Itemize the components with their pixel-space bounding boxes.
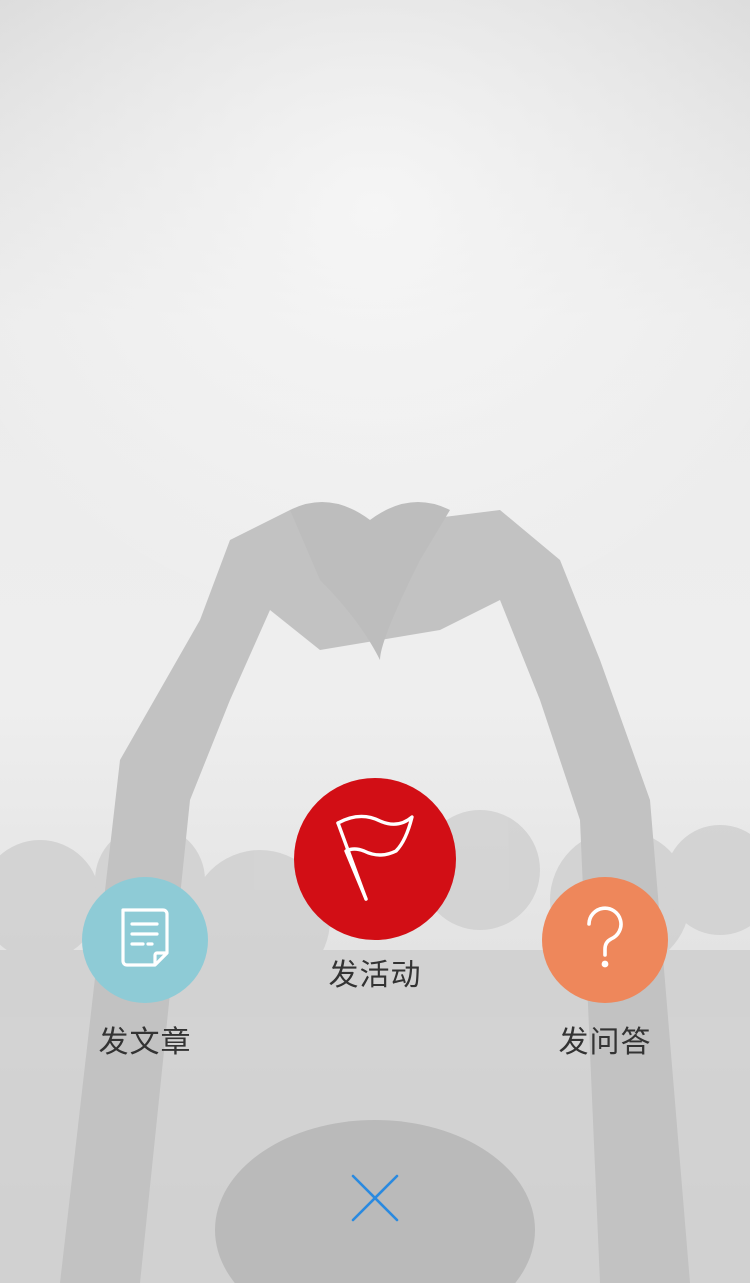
flag-icon [330,807,420,911]
background-photo [0,0,750,1283]
close-button[interactable] [345,1168,405,1228]
document-icon [119,907,171,973]
publish-article-action[interactable]: 发文章 [82,877,208,1061]
publish-event-action[interactable]: 发活动 [294,778,456,994]
publish-event-label: 发活动 [328,958,422,993]
close-icon [345,1174,405,1232]
publish-qa-action[interactable]: 发问答 [542,877,668,1061]
publish-article-label: 发文章 [98,1025,192,1060]
publish-qa-label: 发问答 [558,1025,652,1060]
publish-event-button[interactable] [294,778,456,940]
publish-article-button[interactable] [82,877,208,1003]
publish-qa-button[interactable] [542,877,668,1003]
question-icon [583,906,627,974]
